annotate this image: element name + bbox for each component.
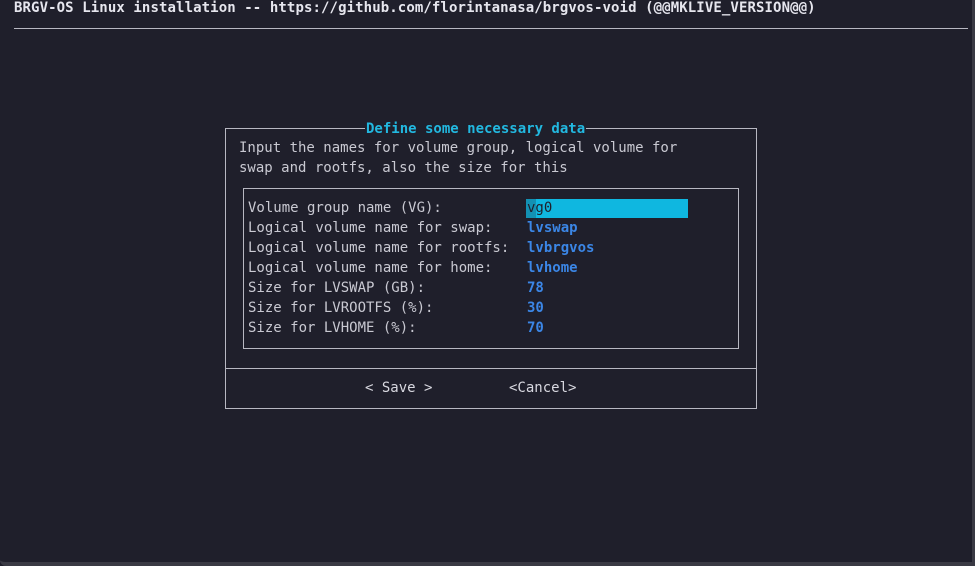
terminal-window: BRGV-OS Linux installation -- https://gi… [0,0,975,566]
form-row-size-lvswap: Size for LVSWAP (GB): 78 [248,278,728,298]
button-divider [226,368,756,369]
form-row-lv-swap: Logical volume name for swap: lvswap [248,218,728,238]
size-lvrootfs-input[interactable]: 30 [527,298,544,318]
terminal-title: BRGV-OS Linux installation -- https://gi… [14,0,816,16]
lvm-data-dialog: Define some necessary data Input the nam… [225,119,757,409]
vg-name-label: Volume group name (VG): [248,200,442,216]
description-line-1: Input the names for volume group, logica… [239,140,678,156]
vg-name-input[interactable]: vg0 [526,199,688,218]
form-row-size-lvhome: Size for LVHOME (%): 70 [248,318,728,338]
dialog-title: Define some necessary data [365,119,587,139]
cancel-button[interactable]: <Cancel> [509,378,576,398]
lv-home-input[interactable]: lvhome [527,258,578,278]
size-lvhome-input[interactable]: 70 [527,318,544,338]
lv-rootfs-label: Logical volume name for rootfs: [248,240,510,256]
dialog-description: Input the names for volume group, logica… [239,138,739,178]
lv-swap-label: Logical volume name for swap: [248,220,493,236]
form-row-lv-rootfs: Logical volume name for rootfs: lvbrgvos [248,238,728,258]
form-row-size-lvrootfs: Size for LVROOTFS (%): 30 [248,298,728,318]
size-lvrootfs-label: Size for LVROOTFS (%): [248,300,434,316]
save-button[interactable]: < Save > [365,378,432,398]
form-row-lv-home: Logical volume name for home: lvhome [248,258,728,278]
form-box: Volume group name (VG): vg0 Logical volu… [243,188,739,349]
title-divider [14,28,968,29]
size-lvswap-input[interactable]: 78 [527,278,544,298]
form-row-vg-name: Volume group name (VG): vg0 [248,198,728,218]
size-lvswap-label: Size for LVSWAP (GB): [248,280,426,296]
description-line-2: swap and rootfs, also the size for this [239,160,568,176]
lv-home-label: Logical volume name for home: [248,260,493,276]
lv-swap-input[interactable]: lvswap [527,218,578,238]
text-cursor [526,199,536,218]
lv-rootfs-input[interactable]: lvbrgvos [527,238,594,258]
size-lvhome-label: Size for LVHOME (%): [248,320,417,336]
